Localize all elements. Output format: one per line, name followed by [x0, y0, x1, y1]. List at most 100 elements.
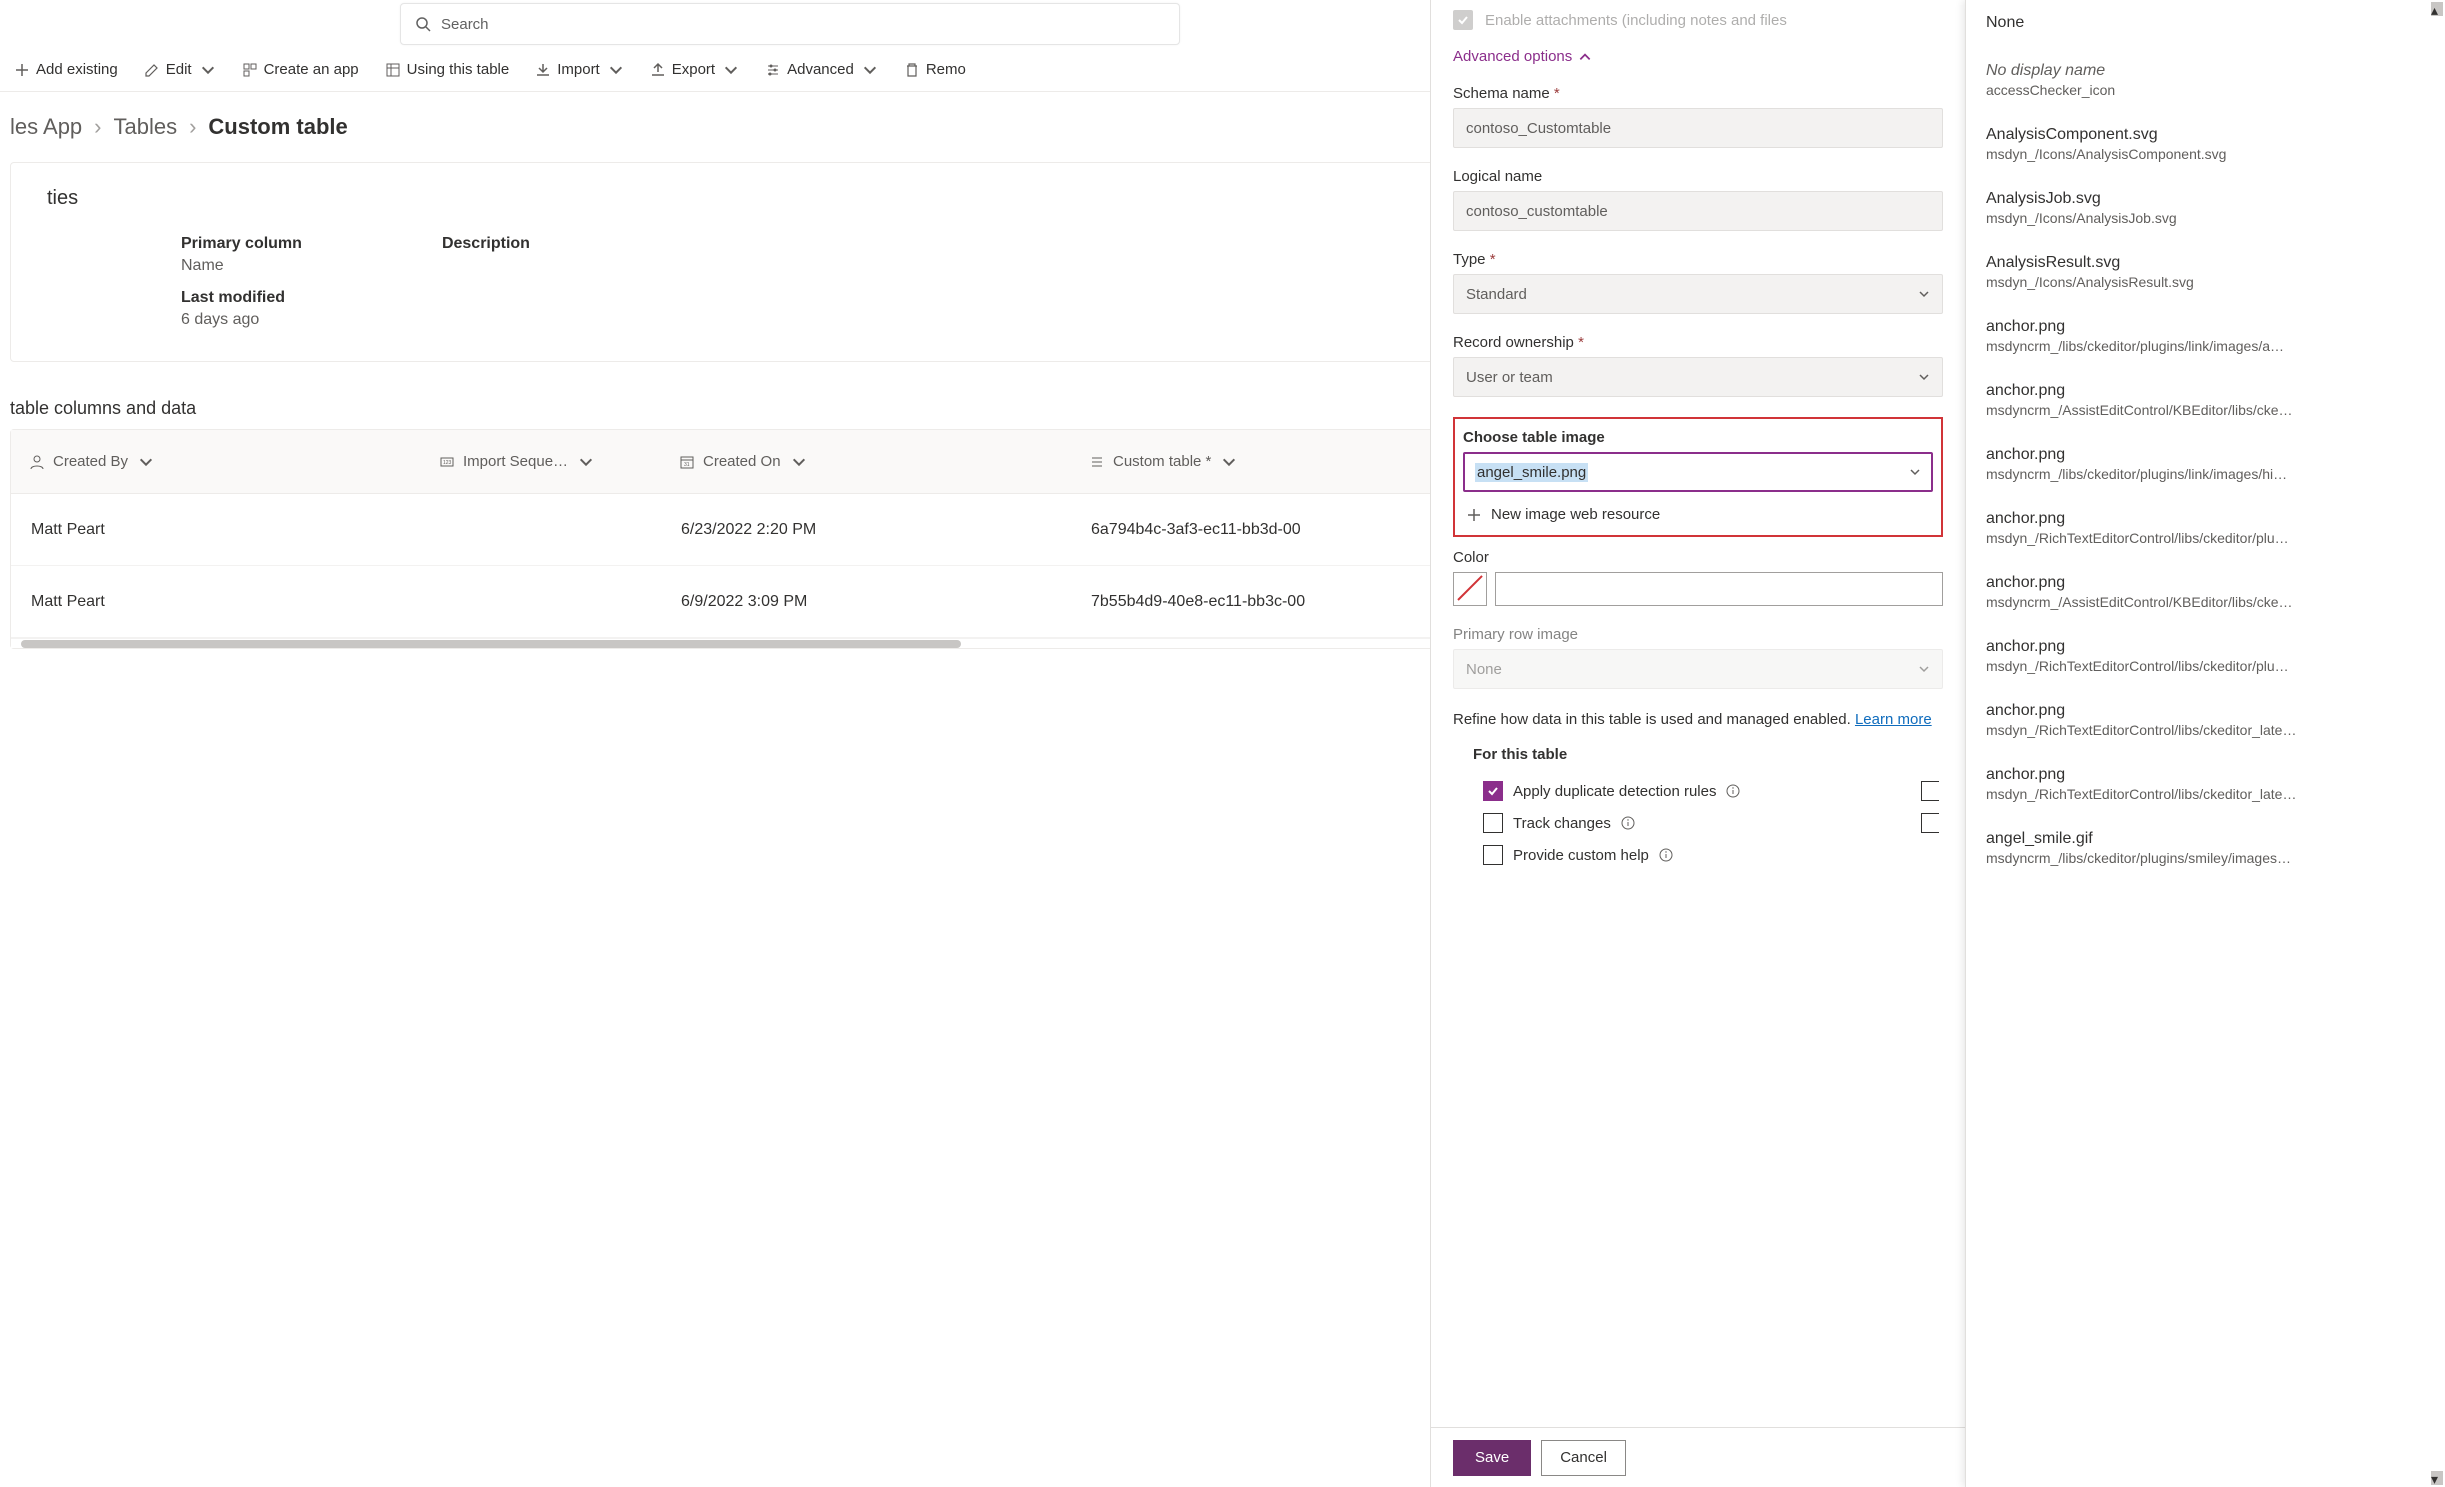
learn-more-link[interactable]: Learn more	[1855, 711, 1932, 728]
cmd-create-app[interactable]: Create an app	[232, 55, 369, 84]
flyout-option-name: anchor.png	[1986, 574, 2425, 592]
plus-icon	[1467, 508, 1481, 522]
check-icon	[1487, 785, 1499, 797]
flyout-option-name: anchor.png	[1986, 318, 2425, 336]
cmd-edit[interactable]: Edit	[134, 55, 226, 84]
scroll-down-icon[interactable]: ▾	[2431, 1471, 2443, 1485]
record-ownership-label: Record ownership *	[1453, 334, 1943, 351]
color-label: Color	[1453, 549, 1943, 566]
flyout-option[interactable]: AnalysisJob.svgmsdyn_/Icons/AnalysisJob.…	[1966, 176, 2445, 240]
apply-duplicate-row[interactable]: Apply duplicate detection rules	[1453, 775, 1943, 807]
chevron-down-icon	[578, 454, 594, 470]
flyout-option[interactable]: anchor.pngmsdyn_/RichTextEditorControl/l…	[1966, 496, 2445, 560]
svg-text:123: 123	[443, 460, 452, 466]
flyout-option[interactable]: anchor.pngmsdyncrm_/AssistEditControl/KB…	[1966, 368, 2445, 432]
choose-image-select[interactable]: angel_smile.png	[1463, 452, 1933, 492]
new-image-web-resource[interactable]: New image web resource	[1463, 500, 1933, 529]
flyout-option[interactable]: No display nameaccessChecker_icon	[1966, 48, 2445, 112]
breadcrumb-app[interactable]: les App	[10, 114, 82, 140]
chevron-down-icon	[1918, 371, 1930, 383]
choose-image-highlight: Choose table image angel_smile.png New i…	[1453, 417, 1943, 537]
save-button[interactable]: Save	[1453, 1440, 1531, 1476]
schema-name-label: Schema name *	[1453, 85, 1943, 102]
image-options-flyout: ▴ NoneNo display nameaccessChecker_iconA…	[1965, 0, 2445, 1487]
cancel-button[interactable]: Cancel	[1541, 1440, 1626, 1476]
flyout-option[interactable]: anchor.png msdyncrm_/AssistEditControl/KB…	[1966, 560, 2445, 624]
info-icon	[1726, 784, 1740, 798]
col-import-sequence[interactable]: 123 Import Seque…	[421, 443, 661, 480]
cmd-using-table[interactable]: Using this table	[375, 55, 520, 84]
flyout-option-path: msdyn_/Icons/AnalysisComponent.svg	[1986, 146, 2425, 162]
flyout-option[interactable]: anchor.pngmsdyn_/RichTextEditorControl/l…	[1966, 752, 2445, 816]
logical-name-field: contoso_customtable	[1453, 191, 1943, 231]
breadcrumb-tables[interactable]: Tables	[114, 114, 178, 140]
track-changes-checkbox[interactable]	[1483, 813, 1503, 833]
info-icon	[1621, 816, 1635, 830]
check-icon	[1457, 14, 1469, 26]
flyout-option[interactable]: angel_smile.gifmsdyncrm_/libs/ckeditor/p…	[1966, 816, 2445, 880]
primary-column-value: Name	[181, 257, 302, 275]
flyout-option-name: anchor.png	[1986, 766, 2425, 784]
track-changes-row[interactable]: Track changes	[1453, 807, 1943, 839]
for-this-table-label: For this table	[1453, 746, 1943, 763]
flyout-option-name: AnalysisResult.svg	[1986, 254, 2425, 272]
partial-checkbox[interactable]	[1921, 781, 1939, 801]
chevron-down-icon	[200, 62, 216, 78]
search-input[interactable]: Search	[400, 3, 1180, 45]
chevron-down-icon	[862, 62, 878, 78]
flyout-option[interactable]: anchor.png msdyncrm_/libs/ckeditor/plugin…	[1966, 304, 2445, 368]
flyout-option-name: No display name	[1986, 62, 2425, 80]
edit-icon	[144, 62, 160, 78]
chevron-right-icon: ›	[189, 114, 196, 140]
plus-icon	[14, 62, 30, 78]
col-created-on[interactable]: 31 Created On	[661, 443, 1071, 480]
info-icon	[1659, 848, 1673, 862]
flyout-option-name: None	[1986, 14, 2425, 32]
provide-custom-help-checkbox[interactable]	[1483, 845, 1503, 865]
cmd-add-existing[interactable]: Add existing	[4, 55, 128, 84]
partial-checkbox[interactable]	[1921, 813, 1939, 833]
advanced-options-toggle[interactable]: Advanced options	[1453, 48, 1943, 65]
table-icon	[385, 62, 401, 78]
apply-duplicate-checkbox[interactable]	[1483, 781, 1503, 801]
search-placeholder: Search	[441, 16, 489, 33]
search-icon	[415, 16, 431, 32]
color-swatch[interactable]	[1453, 572, 1487, 606]
flyout-option[interactable]: anchor.png msdyn_/RichTextEditorControl/l…	[1966, 624, 2445, 688]
provide-custom-help-row[interactable]: Provide custom help	[1453, 839, 1943, 871]
calendar-icon: 31	[679, 454, 695, 470]
cmd-export[interactable]: Export	[640, 55, 749, 84]
person-icon	[29, 454, 45, 470]
col-created-by[interactable]: Created By	[11, 443, 421, 480]
number-icon: 123	[439, 454, 455, 470]
cmd-import[interactable]: Import	[525, 55, 634, 84]
flyout-option-name: anchor.png	[1986, 702, 2425, 720]
enable-attachments-checkbox	[1453, 10, 1473, 30]
flyout-option-name: anchor.png	[1986, 638, 2425, 656]
col-custom-table[interactable]: Custom table *	[1071, 443, 1431, 480]
advanced-icon	[765, 62, 781, 78]
flyout-option[interactable]: anchor.pngmsdyn_/RichTextEditorControl/l…	[1966, 688, 2445, 752]
delete-icon	[904, 62, 920, 78]
record-ownership-select: User or team	[1453, 357, 1943, 397]
chevron-down-icon	[1221, 454, 1237, 470]
refine-text: Refine how data in this table is used an…	[1453, 709, 1943, 730]
flyout-option[interactable]: None	[1966, 0, 2445, 48]
scroll-up-icon[interactable]: ▴	[2431, 2, 2443, 16]
flyout-option-name: anchor.png	[1986, 382, 2425, 400]
flyout-option[interactable]: AnalysisResult.svgmsdyn_/Icons/AnalysisR…	[1966, 240, 2445, 304]
flyout-option-path: msdyncrm_/AssistEditControl/KBEditor/lib…	[1986, 594, 2425, 610]
flyout-option-path: msdyncrm_/libs/ckeditor/plugins/link/ima…	[1986, 338, 2425, 354]
cmd-advanced[interactable]: Advanced	[755, 55, 888, 84]
flyout-option-path: msdyn_/RichTextEditorControl/libs/ckedit…	[1986, 658, 2425, 674]
chevron-down-icon	[723, 62, 739, 78]
flyout-option[interactable]: AnalysisComponent.svg msdyn_/Icons/Analys…	[1966, 112, 2445, 176]
color-input[interactable]	[1495, 572, 1943, 606]
cmd-remove[interactable]: Remo	[894, 55, 976, 84]
flyout-option[interactable]: anchor.pngmsdyncrm_/libs/ckeditor/plugin…	[1966, 432, 2445, 496]
primary-row-image-select: None	[1453, 649, 1943, 689]
flyout-option-name: AnalysisComponent.svg	[1986, 126, 2425, 144]
type-label: Type *	[1453, 251, 1943, 268]
description-label: Description	[442, 235, 530, 253]
list-icon	[1089, 454, 1105, 470]
